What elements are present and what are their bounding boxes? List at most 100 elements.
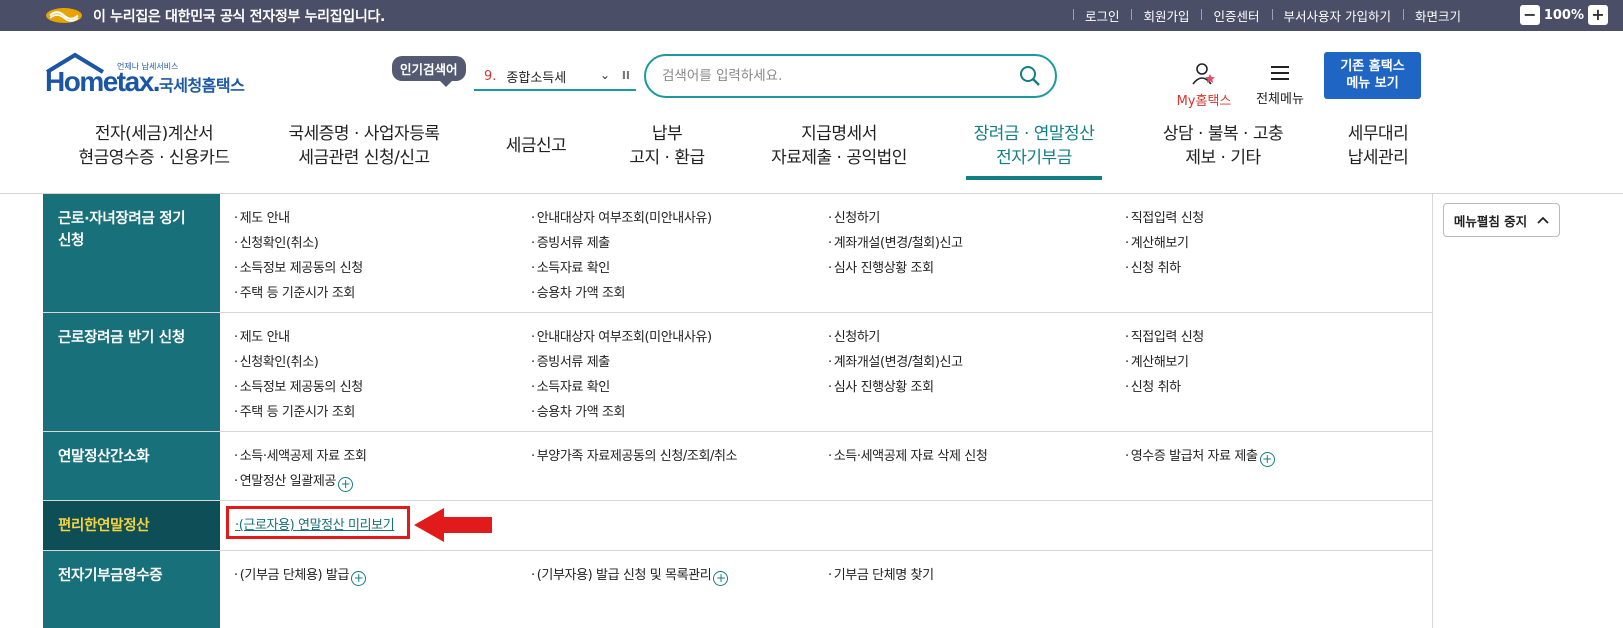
chevron-down-icon[interactable]: ⌄ (600, 68, 610, 82)
link-income-consent[interactable]: 소득정보 제공동의 신청 (234, 376, 363, 395)
category-label-line1: 편리한연말정산 (58, 518, 150, 534)
gnb-tax-agent[interactable]: 세무대리 납세관리 (1336, 122, 1420, 170)
link-income-data-check[interactable]: 소득자료 확인 (531, 257, 610, 276)
link-direct-input[interactable]: 직접입력 신청 (1125, 326, 1204, 345)
category-label-line1: 연말정산간소화 (58, 449, 150, 465)
link-review-status[interactable]: 심사 진행상황 조회 (828, 376, 934, 395)
link-label: 영수증 발급처 자료 제출 (1130, 449, 1258, 464)
logo-wordmark: Hometax. (45, 66, 161, 97)
link-system-guide[interactable]: 제도 안내 (234, 207, 290, 226)
expand-plus-icon[interactable]: + (1259, 452, 1275, 467)
gnb-line2: 고지 · 환급 (629, 148, 705, 168)
taegeuk-logo-icon (46, 8, 82, 23)
gnb-payment[interactable]: 납부 고지 · 환급 (612, 122, 722, 170)
expand-plus-icon[interactable]: + (713, 571, 729, 586)
gnb-line2: 자료제출 · 공익법인 (771, 148, 907, 168)
gnb-payment-statement[interactable]: 지급명세서 자료제출 · 공익법인 (760, 122, 918, 170)
menu-fold-toggle-button[interactable]: 메뉴펼침 중지 (1443, 203, 1560, 237)
signup-link[interactable]: 회원가입 (1131, 6, 1201, 25)
zoom-out-button[interactable]: − (1519, 5, 1540, 25)
link-account-report[interactable]: 계좌개설(변경/철회)신고 (828, 232, 963, 251)
link-deduction-data-delete[interactable]: 소득·세액공제 자료 삭제 신청 (828, 445, 988, 464)
logo-korean: 국세청홈택스 (159, 76, 245, 95)
category-yearend-simplified[interactable]: 연말정산간소화 (43, 432, 220, 500)
gnb-line1: 국세증명 · 사업자등록 (288, 124, 440, 144)
link-donation-org-issue[interactable]: (기부금 단체용) 발급+ (234, 564, 367, 586)
gnb-line2: 현금영수증 · 신용카드 (78, 148, 230, 168)
link-receipt-issuer-submit[interactable]: 영수증 발급처 자료 제출+ (1125, 445, 1275, 467)
gnb-e-invoice[interactable]: 전자(세금)계산서 현금영수증 · 신용카드 (62, 122, 246, 170)
link-target-inquiry[interactable]: 안내대상자 여부조회(미안내사유) (531, 326, 712, 345)
menu-fold-label: 메뉴펼침 중지 (1453, 213, 1528, 229)
menu-section-regular-incentive: 근로·자녀장려금 정기 신청 제도 안내 안내대상자 여부조회(미안내사유) 신… (43, 194, 1433, 313)
category-regular-incentive[interactable]: 근로·자녀장려금 정기 신청 (43, 194, 220, 312)
link-account-report[interactable]: 계좌개설(변경/철회)신고 (828, 351, 963, 370)
link-calculate[interactable]: 계산해보기 (1125, 351, 1189, 370)
link-car-price[interactable]: 승용차 가액 조회 (531, 401, 626, 420)
menu-section-half-incentive: 근로장려금 반기 신청 제도 안내 안내대상자 여부조회(미안내사유) 신청하기… (43, 313, 1433, 432)
my-hometax-button[interactable]: My홈택스 (1172, 62, 1236, 109)
gnb-incentive-yearend[interactable]: 장려금 · 연말정산 전자기부금 (958, 122, 1110, 170)
link-submit-documents[interactable]: 증빙서류 제출 (531, 232, 610, 251)
all-menu-label: 전체메뉴 (1256, 92, 1304, 107)
link-system-guide[interactable]: 제도 안내 (234, 326, 290, 345)
link-yearend-preview[interactable]: ·(근로자용) 연말정산 미리보기 (235, 514, 395, 533)
old-hometax-menu-button[interactable]: 기존 홈택스 메뉴 보기 (1324, 52, 1421, 99)
dept-user-signup-link[interactable]: 부서사용자 가입하기 (1271, 6, 1403, 25)
popular-search-ticker[interactable]: 9. 종합소득세 ⌄ II (474, 63, 636, 91)
gnb-line1: 세무대리 (1347, 124, 1409, 144)
link-house-price[interactable]: 주택 등 기준시가 조회 (234, 282, 356, 301)
category-donation-receipt[interactable]: 전자기부금영수증 (43, 551, 220, 628)
hometax-logo[interactable]: 언제나 납세서비스 Hometax. 국세청홈택스 (45, 52, 265, 102)
category-label-line1: 전자기부금영수증 (58, 568, 163, 584)
link-car-price[interactable]: 승용차 가액 조회 (531, 282, 626, 301)
gnb-line2: 납세관리 (1347, 148, 1409, 168)
link-calculate[interactable]: 계산해보기 (1125, 232, 1189, 251)
zoom-in-button[interactable]: + (1588, 5, 1608, 25)
link-apply[interactable]: 신청하기 (828, 207, 881, 226)
link-dependent-consent[interactable]: 부양가족 자료제공동의 신청/조회/취소 (531, 445, 738, 464)
link-apply-check[interactable]: 신청확인(취소) (234, 351, 319, 370)
category-label-line1: 근로장려금 반기 신청 (58, 330, 185, 346)
link-donor-issue-request[interactable]: (기부자용) 발급 신청 및 목록관리+ (531, 564, 729, 586)
expand-plus-icon[interactable]: + (337, 477, 353, 492)
search-input[interactable] (662, 65, 1002, 87)
link-bulk-provide[interactable]: 연말정산 일괄제공+ (234, 470, 353, 492)
login-link[interactable]: 로그인 (1072, 6, 1132, 25)
popular-search-badge: 인기검색어 (392, 56, 466, 87)
menu-section-donation-receipt: 전자기부금영수증 (기부금 단체용) 발급+ (기부자용) 발급 신청 및 목록… (43, 551, 1433, 628)
link-deduction-data-lookup[interactable]: 소득·세액공제 자료 조회 (234, 445, 367, 464)
popular-rank-number: 9. (484, 68, 497, 84)
search-icon[interactable] (1019, 65, 1041, 87)
link-income-consent[interactable]: 소득정보 제공동의 신청 (234, 257, 363, 276)
mega-menu-panel: 근로·자녀장려금 정기 신청 제도 안내 안내대상자 여부조회(미안내사유) 신… (43, 194, 1433, 628)
menu-section-yearend-simplified: 연말정산간소화 소득·세액공제 자료 조회 부양가족 자료제공동의 신청/조회/… (43, 432, 1433, 501)
link-apply-check[interactable]: 신청확인(취소) (234, 232, 319, 251)
auth-center-link[interactable]: 인증센터 (1201, 6, 1271, 25)
link-review-status[interactable]: 심사 진행상황 조회 (828, 257, 934, 276)
all-menu-button[interactable]: 전체메뉴 (1252, 62, 1308, 107)
gnb-certificates[interactable]: 국세증명 · 사업자등록 세금관련 신청/신고 (276, 122, 452, 170)
category-label-line1: 근로·자녀장려금 정기 (58, 211, 186, 227)
popular-term[interactable]: 종합소득세 (506, 67, 566, 86)
gov-banner-text: 이 누리집은 대한민국 공식 전자정부 누리집입니다. (93, 9, 386, 25)
gnb-line2: 세금관련 신청/신고 (298, 148, 430, 168)
link-label: (기부금 단체용) 발급 (239, 568, 350, 583)
category-convenient-yearend[interactable]: 편리한연말정산 (43, 501, 220, 550)
category-label-line2: 신청 (58, 233, 85, 249)
link-target-inquiry[interactable]: 안내대상자 여부조회(미안내사유) (531, 207, 712, 226)
gnb-tax-return[interactable]: 세금신고 (494, 134, 578, 158)
link-withdraw[interactable]: 신청 취하 (1125, 257, 1181, 276)
link-house-price[interactable]: 주택 등 기준시가 조회 (234, 401, 356, 420)
link-find-donation-org[interactable]: 기부금 단체명 찾기 (828, 564, 934, 583)
pause-icon[interactable]: II (622, 69, 630, 82)
expand-plus-icon[interactable]: + (351, 571, 367, 586)
link-income-data-check[interactable]: 소득자료 확인 (531, 376, 610, 395)
gnb-consultation[interactable]: 상담 · 불복 · 고충 제보 · 기타 (1150, 122, 1296, 170)
link-withdraw[interactable]: 신청 취하 (1125, 376, 1181, 395)
link-submit-documents[interactable]: 증빙서류 제출 (531, 351, 610, 370)
link-label: (근로자용) 연말정산 미리보기 (238, 518, 395, 533)
link-apply[interactable]: 신청하기 (828, 326, 881, 345)
category-half-incentive[interactable]: 근로장려금 반기 신청 (43, 313, 220, 431)
link-direct-input[interactable]: 직접입력 신청 (1125, 207, 1204, 226)
